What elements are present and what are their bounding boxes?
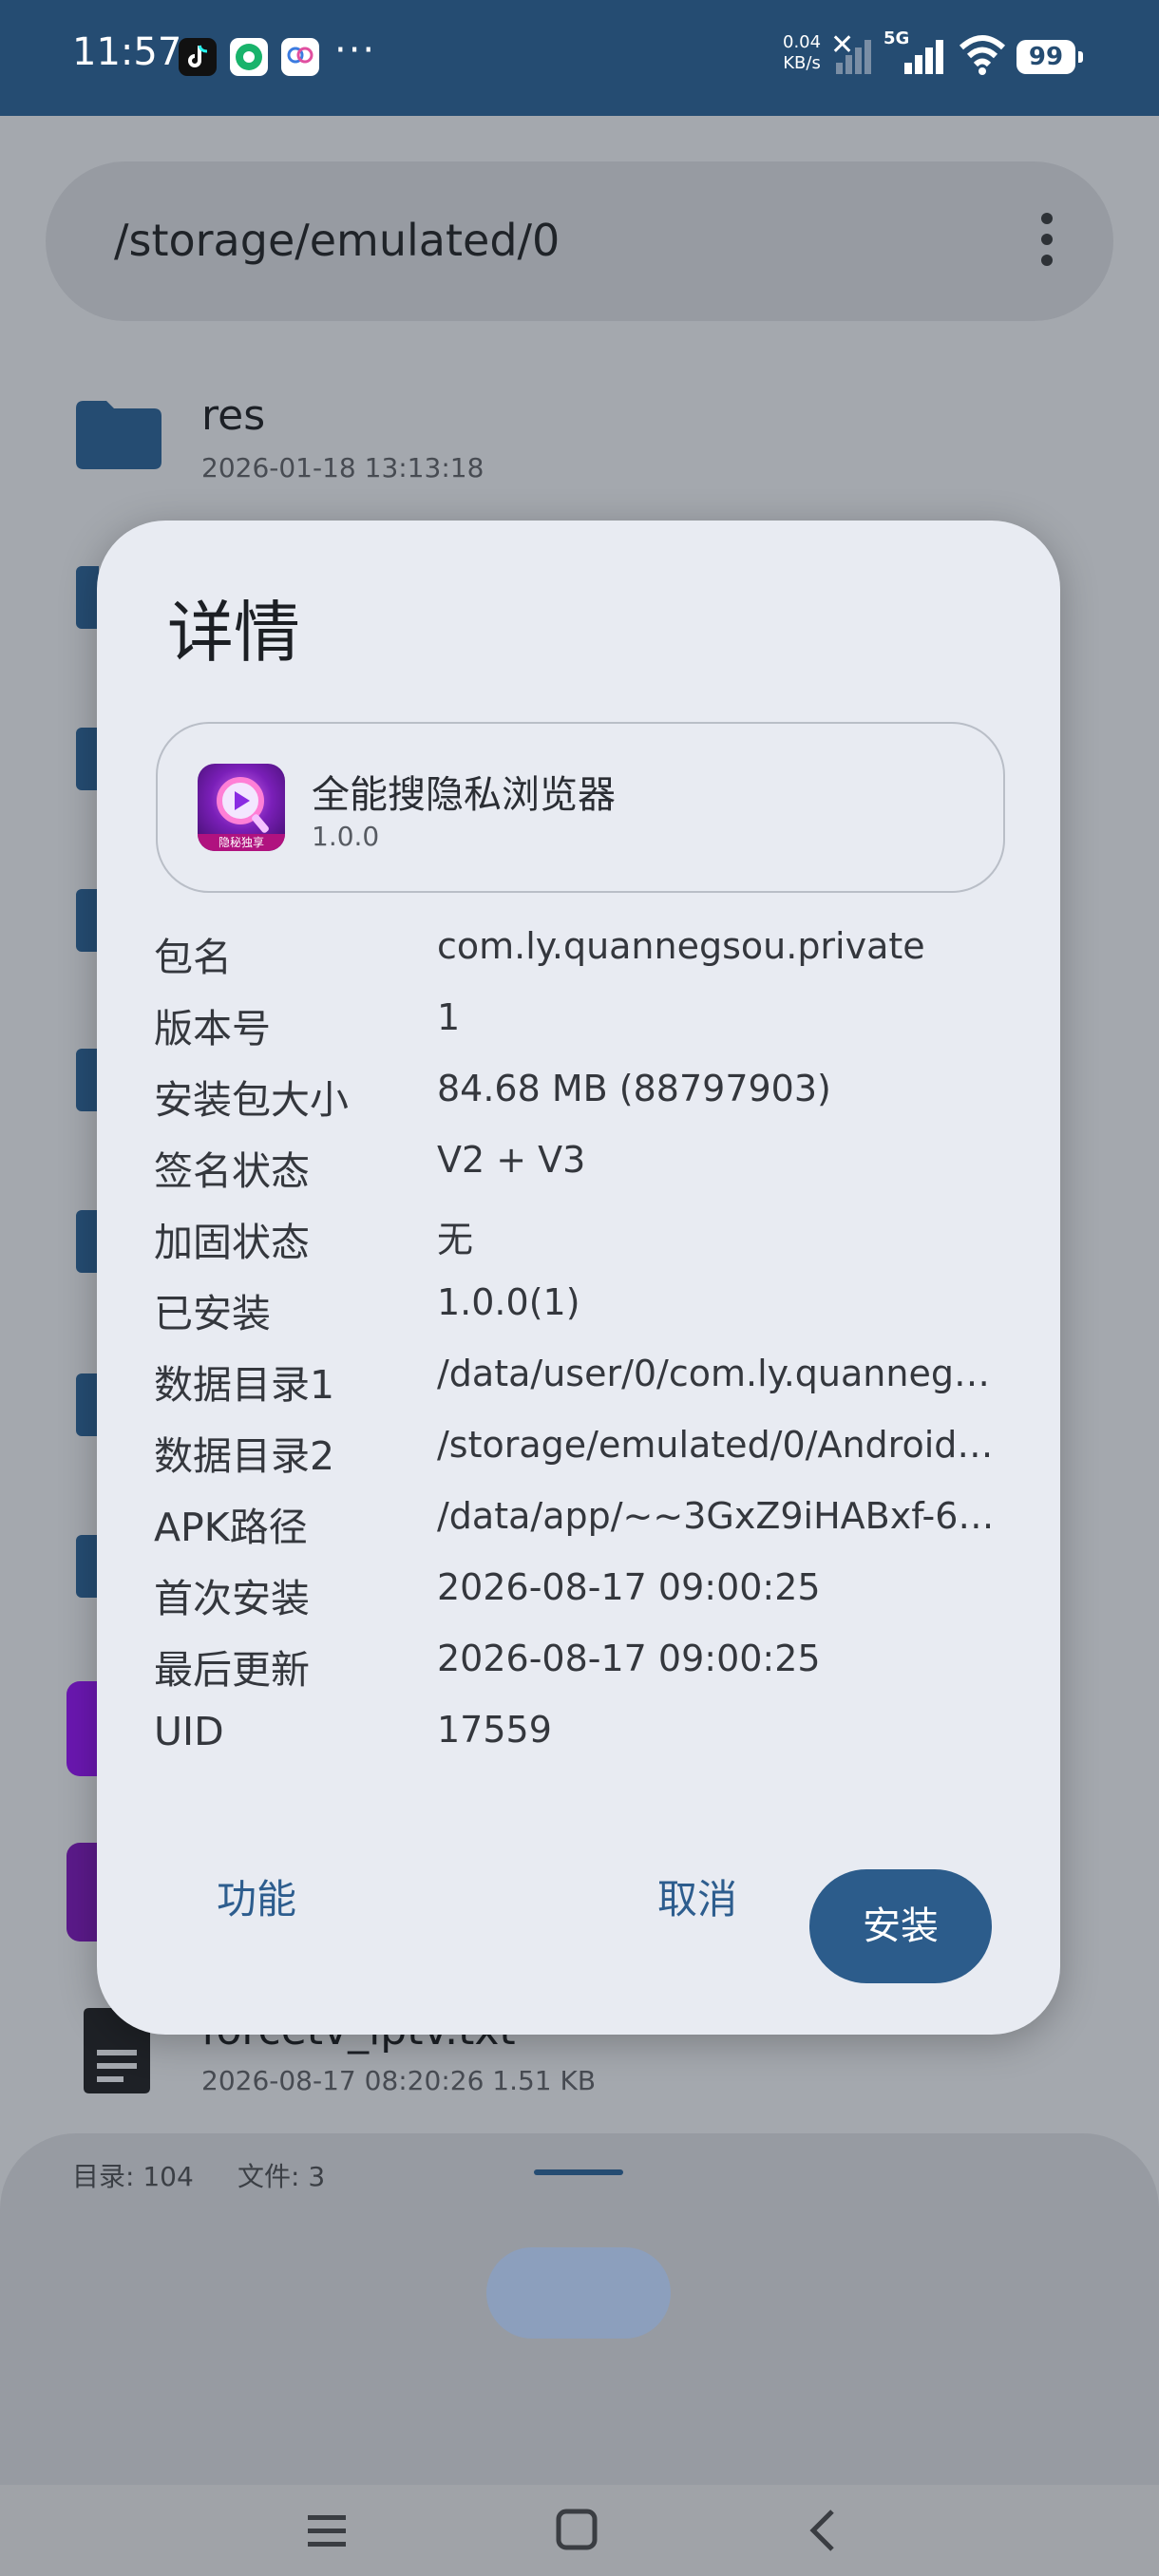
back-icon[interactable] [798, 2506, 855, 2557]
file-meta: 2026-01-18 13:13:18 [201, 452, 484, 483]
detail-row-hardening: 加固状态 无 [154, 1210, 1009, 1281]
detail-label: 数据目录2 [154, 1433, 335, 1479]
app-icon-badge: 隐秘独享 [198, 834, 285, 851]
detail-value: 2026-08-17 09:00:25 [437, 1566, 821, 1608]
signal-5g-icon [904, 40, 943, 74]
detail-label: 签名状态 [154, 1148, 310, 1194]
detail-value: 2026-08-17 09:00:25 [437, 1638, 821, 1679]
navigation-bar [0, 2485, 1159, 2576]
detail-label: 最后更新 [154, 1647, 310, 1693]
detail-value: 1.0.0(1) [437, 1281, 580, 1323]
app-file-icon [66, 1681, 99, 1776]
status-bar: 11:57 ··· 0.04 KB/s ✕ 5G 99 [0, 0, 1159, 116]
detail-label: 安装包大小 [154, 1077, 349, 1123]
detail-row-data-dir-2: 数据目录2 /storage/emulated/0/Android/… [154, 1424, 1009, 1495]
detail-row-data-dir-1: 数据目录1 /data/user/0/com.ly.quannegs… [154, 1353, 1009, 1424]
folder-icon [76, 566, 99, 629]
detail-row-first-install: 首次安装 2026-08-17 09:00:25 [154, 1566, 1009, 1638]
folder-icon [76, 1049, 99, 1111]
cancel-button[interactable]: 取消 [657, 1867, 737, 1925]
list-item[interactable]: res 2026-01-18 13:13:18 [0, 389, 1159, 494]
net-speed: 0.04 KB/s [783, 32, 822, 73]
path-bar[interactable]: /storage/emulated/0 [46, 161, 1113, 321]
dialog-title: 详情 [167, 594, 300, 672]
battery-indicator: 99 [1016, 40, 1083, 74]
file-name: res [201, 391, 266, 440]
detail-row-uid: UID 17559 [154, 1709, 1009, 1780]
detail-label: 版本号 [154, 1006, 271, 1051]
action-pill[interactable] [486, 2247, 671, 2339]
detail-label: UID [154, 1709, 224, 1754]
app-blue-icon [281, 38, 319, 76]
menu-icon[interactable] [300, 2506, 357, 2557]
detail-value: 17559 [437, 1709, 552, 1751]
detail-row-package: 包名 com.ly.quannegsou.private [154, 925, 1009, 996]
more-notifications-icon: ··· [334, 28, 377, 72]
detail-row-apk-path: APK路径 /data/app/~~3GxZ9iHABxf-6C… [154, 1495, 1009, 1566]
detail-label: 首次安装 [154, 1576, 310, 1621]
detail-label: APK路径 [154, 1505, 308, 1550]
detail-value: /storage/emulated/0/Android/… [437, 1424, 998, 1466]
folder-icon [76, 1373, 99, 1436]
detail-label: 包名 [154, 935, 232, 980]
function-button[interactable]: 功能 [217, 1867, 296, 1925]
folder-icon [76, 1210, 99, 1273]
detail-row-last-update: 最后更新 2026-08-17 09:00:25 [154, 1638, 1009, 1709]
folder-icon [76, 1535, 99, 1598]
tiktok-icon [179, 38, 217, 76]
detail-row-installed: 已安装 1.0.0(1) [154, 1281, 1009, 1353]
folder-icon [76, 401, 162, 469]
home-icon[interactable] [549, 2506, 606, 2557]
detail-value: 84.68 MB (88797903) [437, 1068, 831, 1109]
app-green-icon [230, 38, 268, 76]
app-card: 隐秘独享 全能搜隐私浏览器 1.0.0 [156, 722, 1005, 893]
dir-count: 目录: 104 [72, 2161, 194, 2192]
detail-row-version-code: 版本号 1 [154, 996, 1009, 1068]
folder-icon [76, 889, 99, 952]
app-icon: 隐秘独享 [198, 764, 285, 851]
more-vert-icon[interactable] [1041, 213, 1053, 270]
signal-weak-icon [836, 40, 871, 74]
detail-label: 数据目录1 [154, 1362, 335, 1408]
detail-value: com.ly.quannegsou.private [437, 925, 925, 967]
wifi-icon [959, 35, 1006, 75]
folder-icon [76, 728, 99, 790]
install-button[interactable]: 安装 [809, 1869, 992, 1983]
detail-value: /data/user/0/com.ly.quannegs… [437, 1353, 998, 1394]
detail-value: 1 [437, 996, 461, 1038]
status-time: 11:57 [72, 30, 182, 74]
detail-value: /data/app/~~3GxZ9iHABxf-6C… [437, 1495, 998, 1537]
current-path: /storage/emulated/0 [114, 215, 560, 266]
detail-value: V2 + V3 [437, 1139, 586, 1181]
detail-value: 无 [437, 1219, 474, 1260]
app-file-icon [66, 1843, 99, 1941]
file-count: 文件: 3 [238, 2161, 326, 2192]
drag-handle[interactable] [534, 2169, 623, 2175]
app-name: 全能搜隐私浏览器 [312, 773, 616, 817]
file-meta: 2026-08-17 08:20:26 1.51 KB [201, 2065, 597, 2096]
detail-row-signature: 签名状态 V2 + V3 [154, 1139, 1009, 1210]
app-version: 1.0.0 [312, 821, 380, 852]
detail-row-size: 安装包大小 84.68 MB (88797903) [154, 1068, 1009, 1139]
detail-label: 加固状态 [154, 1220, 310, 1265]
details-dialog: 详情 隐秘独享 全能搜隐私浏览器 1.0.0 包名 com.ly.quanneg… [97, 521, 1060, 2035]
detail-label: 已安装 [154, 1291, 271, 1336]
